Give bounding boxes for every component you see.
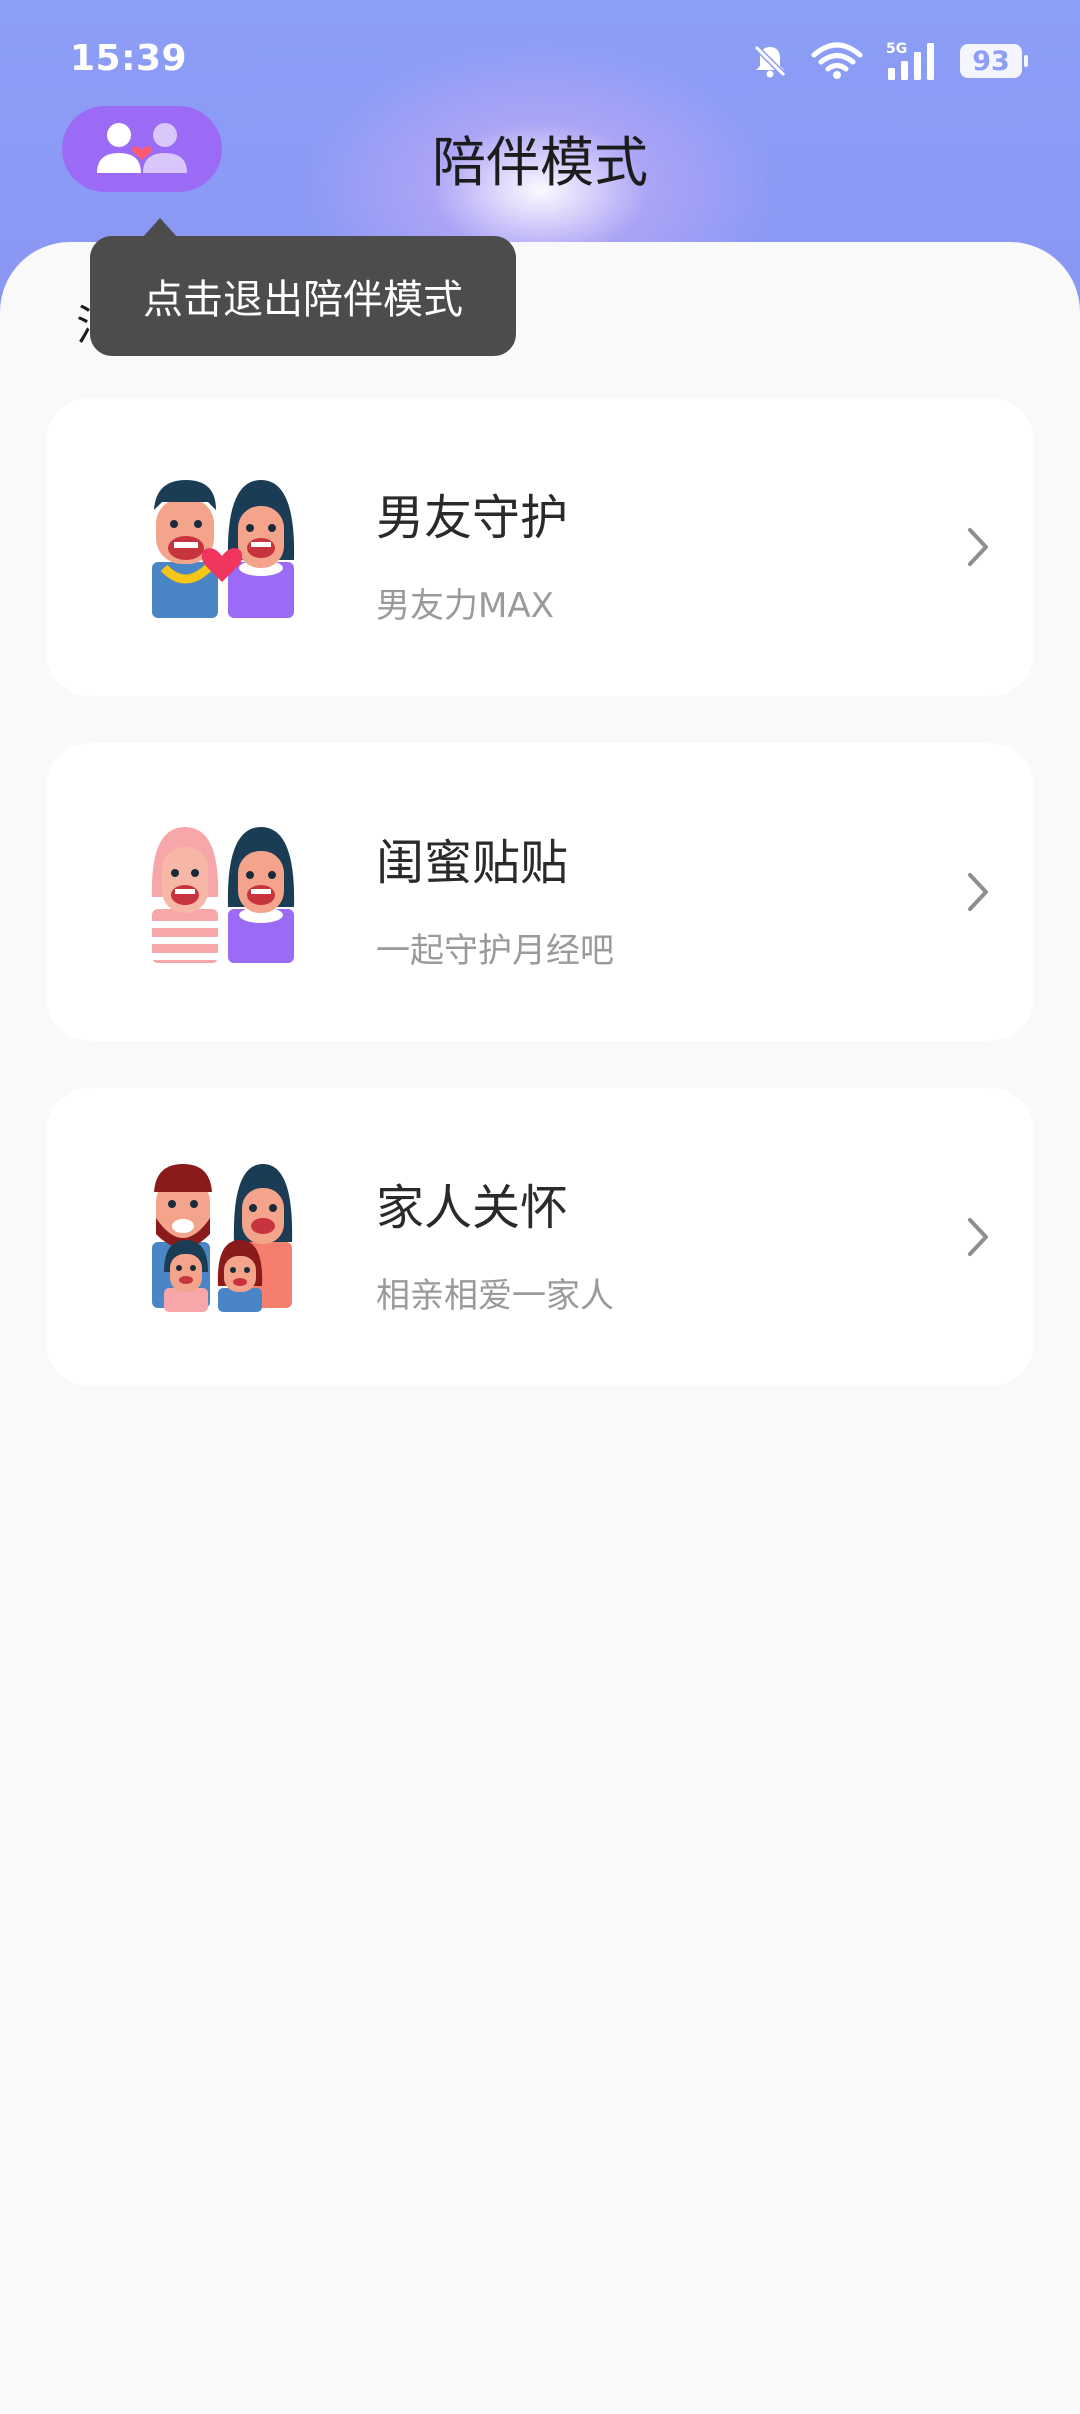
couple-heart-icon	[97, 123, 187, 173]
chevron-right-icon	[968, 528, 988, 566]
companion-mode-toggle[interactable]	[62, 106, 222, 192]
card-subtitle: 相亲相爱一家人	[376, 1276, 614, 1316]
battery-icon: 93	[960, 44, 1028, 78]
chevron-right-icon	[968, 1218, 988, 1256]
signal-icon: 5G	[886, 41, 934, 80]
card-subtitle: 男友力MAX	[376, 586, 554, 626]
card-title: 闺蜜贴贴	[376, 835, 569, 891]
exit-mode-tooltip[interactable]: 点击退出陪伴模式	[90, 218, 516, 356]
status-time: 15:39	[70, 38, 188, 79]
bestie-avatar-icon	[151, 827, 295, 963]
bell-muted-icon	[753, 44, 787, 78]
battery-level: 93	[972, 45, 1010, 77]
network-label: 5G	[886, 41, 907, 57]
card-title: 家人关怀	[376, 1180, 569, 1236]
mode-card-bestie[interactable]: 闺蜜贴贴 一起守护月经吧	[46, 743, 1034, 1041]
wifi-icon	[811, 42, 863, 79]
family-avatar-icon	[152, 1164, 293, 1312]
mode-card-family[interactable]: 家人关怀 相亲相爱一家人	[46, 1088, 1034, 1386]
mode-card-boyfriend[interactable]: 男友守护 男友力MAX	[46, 398, 1034, 696]
card-title: 男友守护	[376, 490, 569, 546]
card-subtitle: 一起守护月经吧	[376, 931, 614, 971]
chevron-right-icon	[968, 873, 988, 911]
status-icons: 5G 93	[750, 40, 1028, 82]
tooltip-text: 点击退出陪伴模式	[143, 277, 463, 323]
couple-avatar-icon	[152, 480, 295, 618]
